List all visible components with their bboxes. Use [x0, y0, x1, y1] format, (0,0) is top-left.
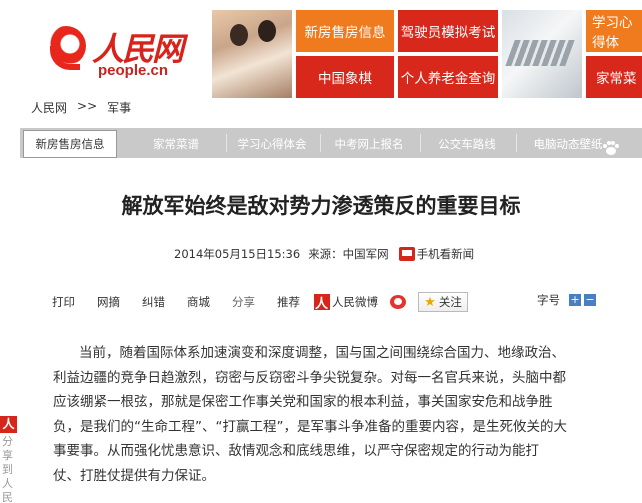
share-people-icon: 人: [0, 416, 17, 433]
breadcrumb-home[interactable]: 人民网: [31, 99, 67, 116]
body-line: 利益边疆的竞争日趋激烈，窃密与反窃密斗争尖锐复杂。对每一名官兵来说，头脑中都: [53, 369, 566, 386]
paw-icon[interactable]: [602, 140, 620, 156]
body-line: 当前，随着国际体系加速演变和深度调整，国与国之间围绕综合国力、地缘政治、: [79, 345, 565, 361]
article-meta: 2014年05月15日15:36 来源：中国军网 手机看新闻: [174, 246, 474, 262]
people-logo[interactable]: 人民网 people.cn: [40, 18, 210, 88]
breadcrumb-section[interactable]: 军事: [107, 99, 131, 116]
recommend-label: 推荐: [277, 295, 300, 309]
mobile-news-link[interactable]: 手机看新闻: [417, 246, 475, 262]
font-increase-button[interactable]: +: [569, 294, 581, 306]
ad-photo-keyboard[interactable]: [502, 10, 582, 98]
sina-weibo-icon[interactable]: [390, 295, 406, 309]
breadcrumb-separator: >>: [77, 99, 98, 113]
channel-nav: 新房售房信息 家常菜谱 学习心得体会 中考网上报名 公交车路线 电脑动态壁纸: [20, 128, 642, 158]
tab-divider: [420, 134, 421, 152]
font-size-label: 字号: [537, 293, 560, 307]
font-decrease-button[interactable]: −: [584, 294, 596, 306]
body-line: 负，是我们的“生命工程”、“打赢工程”，是军事斗争准备的重要内容，是生死攸关的大: [53, 418, 567, 435]
font-size-control: 字号 + −: [537, 292, 596, 308]
web-excerpt-link[interactable]: 网摘: [97, 294, 120, 310]
body-line: 仗、打胜仗提供有力保证。: [53, 467, 215, 484]
ad-chinese-chess[interactable]: 中国象棋: [296, 56, 394, 98]
print-link[interactable]: 打印: [52, 294, 75, 310]
tab-divider: [226, 134, 227, 152]
ad-photo-women[interactable]: [212, 10, 292, 98]
body-line: 事要事。从而强化忧患意识、敌情观念和底线思维，以严守保密规定的行动为能打: [53, 443, 539, 460]
follow-label: 关注: [438, 295, 462, 309]
body-line: 应该绷紧一根弦，那就是保密工作事关党和国家的根本利益，事关国家安危和战争胜: [53, 394, 553, 411]
tab-divider: [516, 134, 517, 152]
mall-link[interactable]: 商城: [187, 294, 210, 310]
side-share-bar[interactable]: 人 分享到人民: [0, 416, 18, 503]
header-ad-strip: 新房售房信息 驾驶员模拟考试 学习心得体 中国象棋 个人养老金查询 家常菜: [212, 10, 642, 98]
ad-new-house[interactable]: 新房售房信息: [296, 10, 394, 52]
star-icon: ★: [424, 294, 436, 310]
people-weibo-link[interactable]: 人民微博: [332, 294, 378, 310]
article-date: 2014年05月15日15:36: [174, 247, 301, 261]
article-toolbar: 打印 网摘 纠错 商城 分享 推荐 人民微博 ★ 关注: [52, 292, 468, 312]
share-label: 分享: [232, 295, 255, 309]
ad-pension-query[interactable]: 个人养老金查询: [398, 56, 498, 98]
article-title: 解放军始终是敌对势力渗透策反的重要目标: [121, 194, 521, 218]
article-body: 当前，随着国际体系加速演变和深度调整，国与国之间围绕综合国力、地缘政治、 利益边…: [53, 341, 599, 489]
tab-new-house[interactable]: 新房售房信息: [23, 130, 117, 158]
tab-home-recipes[interactable]: 家常菜谱: [130, 131, 222, 157]
ad-driver-exam[interactable]: 驾驶员模拟考试: [398, 10, 498, 52]
correction-link[interactable]: 纠错: [142, 294, 165, 310]
follow-button[interactable]: ★ 关注: [418, 292, 468, 312]
share-to-people-text: 分享到人民: [2, 435, 13, 503]
breadcrumb: 人民网 >> 军事: [31, 99, 131, 116]
tab-study-notes[interactable]: 学习心得体会: [228, 131, 316, 157]
ad-home-recipes[interactable]: 家常菜: [586, 56, 642, 98]
mobile-news-icon[interactable]: [398, 247, 415, 261]
tab-exam-signup[interactable]: 中考网上报名: [322, 131, 416, 157]
tab-bus-routes[interactable]: 公交车路线: [422, 131, 512, 157]
people-weibo-icon[interactable]: [314, 293, 330, 312]
logo-english: people.cn: [98, 62, 169, 79]
ad-study-notes[interactable]: 学习心得体: [586, 10, 642, 52]
logo-emblem-icon: [46, 26, 86, 70]
tab-divider: [320, 134, 321, 152]
article-source[interactable]: 来源：中国军网: [308, 246, 389, 262]
